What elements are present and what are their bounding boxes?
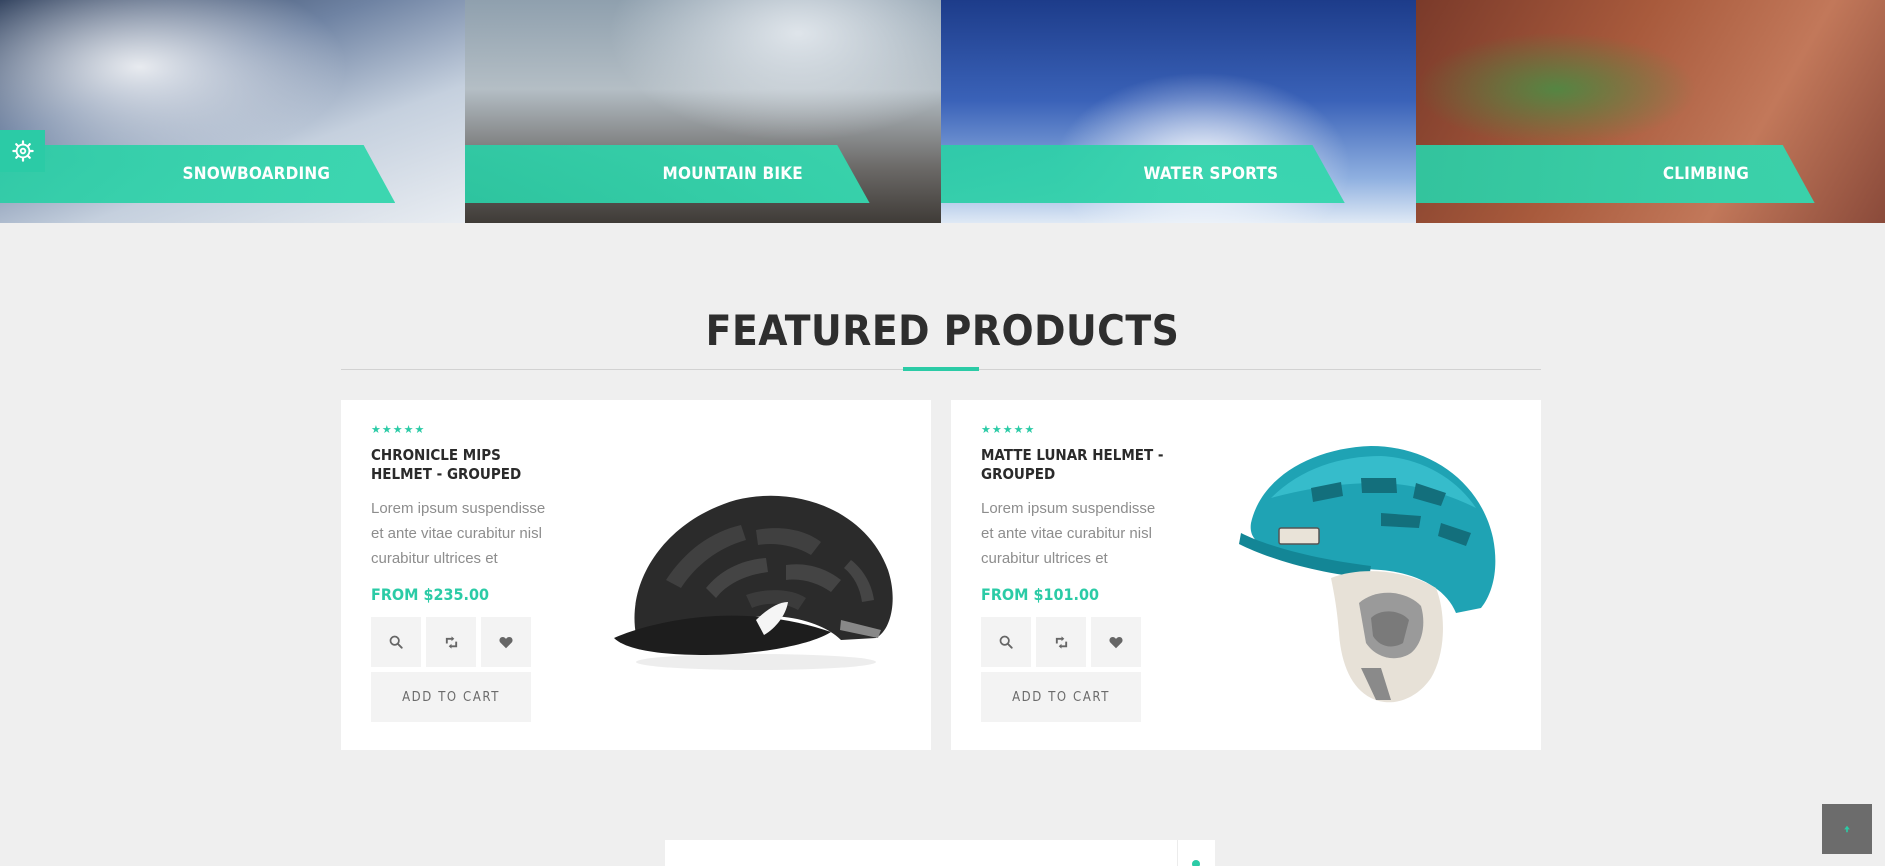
category-label[interactable]: CLIMBING	[1663, 164, 1749, 184]
product-actions	[371, 617, 556, 667]
add-to-cart-button[interactable]: ADD TO CART	[981, 672, 1141, 722]
star-icon: ★	[371, 424, 381, 436]
category-banner-snowboarding[interactable]: SNOWBOARDING	[0, 0, 465, 223]
category-banner-water-sports[interactable]: WATER SPORTS	[941, 0, 1416, 223]
category-label[interactable]: WATER SPORTS	[1144, 164, 1279, 184]
star-icon: ★	[381, 424, 392, 436]
star-icon: ★	[991, 424, 1002, 436]
settings-button[interactable]	[0, 130, 45, 172]
accent-dot	[1192, 860, 1200, 866]
product-info: ★ ★ ★ ★ ★ MATTE LUNAR HELMET - GROUPED Lorem…	[981, 424, 1166, 722]
search-icon	[999, 635, 1013, 649]
star-icon: ★	[1002, 424, 1013, 436]
product-description: Lorem ipsum suspendisse et ante vitae cu…	[981, 500, 1156, 567]
product-name[interactable]: MATTE LUNAR HELMET - GROUPED	[981, 446, 1166, 484]
compare-icon	[445, 635, 457, 649]
star-icon: ★	[403, 424, 414, 436]
scroll-to-top-button[interactable]	[1822, 804, 1872, 854]
product-card: ★ ★ ★ ★ ★ MATTE LUNAR HELMET - GROUPED Lorem…	[951, 400, 1541, 750]
wishlist-button[interactable]	[1091, 617, 1141, 667]
section-title: FEATURED PRODUCTS	[705, 306, 1180, 355]
category-banner-climbing[interactable]: CLIMBING	[1416, 0, 1885, 223]
page: SNOWBOARDING MOUNTAIN BIKE WATER SPORTS …	[0, 0, 1885, 866]
heart-icon	[1109, 636, 1123, 648]
product-card: ★ ★ ★ ★ ★ CHRONICLE MIPS HELMET - GROUPED Lo…	[341, 400, 931, 750]
category-banner-mountain-bike[interactable]: MOUNTAIN BIKE	[465, 0, 941, 223]
category-ribbon: MOUNTAIN BIKE	[465, 145, 870, 203]
teal-ski-helmet-image[interactable]	[1231, 438, 1511, 718]
search-icon	[389, 635, 403, 649]
product-price: FROM $235.00	[371, 585, 490, 604]
quick-view-button[interactable]	[981, 617, 1031, 667]
product-name[interactable]: CHRONICLE MIPS HELMET - GROUPED	[371, 446, 556, 484]
title-accent-bar	[903, 367, 979, 371]
star-icon: ★	[414, 424, 425, 436]
category-ribbon: SNOWBOARDING	[0, 145, 396, 203]
newsletter-input-box[interactable]	[665, 840, 1177, 866]
product-actions	[981, 617, 1166, 667]
category-label[interactable]: MOUNTAIN BIKE	[663, 164, 803, 184]
quick-view-button[interactable]	[371, 617, 421, 667]
black-bike-helmet-image[interactable]	[606, 470, 896, 680]
star-icon: ★	[1013, 424, 1024, 436]
star-icon: ★	[981, 424, 991, 436]
compare-button[interactable]	[426, 617, 476, 667]
product-description: Lorem ipsum suspendisse et ante vitae cu…	[371, 500, 546, 567]
category-label[interactable]: SNOWBOARDING	[183, 164, 331, 184]
category-ribbon: CLIMBING	[1416, 145, 1815, 203]
heart-icon	[499, 636, 513, 648]
compare-button[interactable]	[1036, 617, 1086, 667]
product-price: FROM $101.00	[981, 585, 1100, 604]
star-rating: ★ ★ ★ ★ ★	[371, 424, 556, 436]
star-rating: ★ ★ ★ ★ ★	[981, 424, 1166, 436]
product-info: ★ ★ ★ ★ ★ CHRONICLE MIPS HELMET - GROUPED Lo…	[371, 424, 556, 722]
gear-icon	[11, 140, 34, 162]
wishlist-button[interactable]	[481, 617, 531, 667]
category-ribbon: WATER SPORTS	[941, 145, 1345, 203]
star-icon: ★	[1024, 424, 1035, 436]
add-to-cart-button[interactable]: ADD TO CART	[371, 672, 531, 722]
compare-icon	[1055, 635, 1067, 649]
category-banners: SNOWBOARDING MOUNTAIN BIKE WATER SPORTS …	[0, 0, 1885, 223]
star-icon: ★	[392, 424, 403, 436]
arrow-up-icon	[1844, 825, 1850, 833]
